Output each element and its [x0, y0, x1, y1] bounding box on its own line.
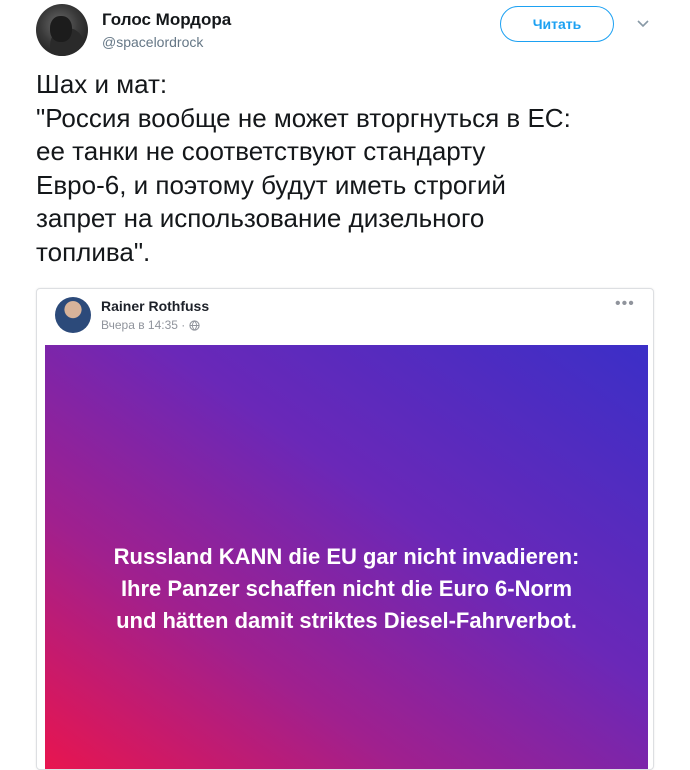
embedded-facebook-post[interactable]: Rainer Rothfuss Вчера в 14:35 · ••• Russ… [36, 288, 654, 770]
tweet-text: Шах и мат: "Россия вообще не может вторг… [36, 69, 571, 267]
post-meta: Вчера в 14:35 · [101, 318, 200, 332]
user-handle[interactable]: @spacelordrock [102, 34, 203, 50]
chevron-down-icon[interactable] [634, 14, 652, 32]
post-timestamp[interactable]: Вчера в 14:35 · [101, 318, 185, 332]
user-avatar[interactable] [36, 4, 88, 56]
image-caption: Russland KANN die EU gar nicht invadiere… [113, 544, 580, 633]
post-author-name[interactable]: Rainer Rothfuss [101, 298, 209, 314]
post-image[interactable]: Russland KANN die EU gar nicht invadiere… [45, 345, 648, 769]
more-options-icon[interactable]: ••• [615, 295, 635, 313]
follow-button[interactable]: Читать [500, 6, 614, 42]
tweet-header: Голос Мордора @spacelordrock Читать [36, 4, 676, 60]
globe-icon [189, 319, 200, 331]
display-name[interactable]: Голос Мордора [102, 10, 231, 30]
post-author-avatar[interactable] [55, 297, 91, 333]
